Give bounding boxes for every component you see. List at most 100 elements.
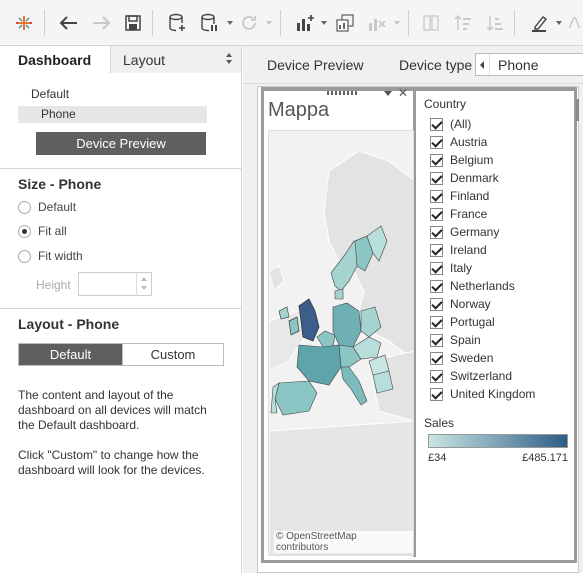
tableau-logo-icon[interactable] <box>10 8 38 38</box>
filter-item[interactable]: Austria <box>424 133 574 151</box>
checkbox-icon[interactable] <box>430 315 443 329</box>
highlight-icon[interactable] <box>526 8 552 38</box>
filter-item[interactable]: Finland <box>424 187 574 205</box>
filter-item-label: Netherlands <box>450 279 515 293</box>
filter-item-label: (All) <box>450 117 472 131</box>
filter-item-label: France <box>450 207 488 221</box>
phone-device-frame: ✕ Mappa © OpenStreetMap contributors Cou… <box>257 86 579 573</box>
checkbox-icon[interactable] <box>430 225 443 239</box>
size-section-title: Size - Phone <box>18 176 102 192</box>
height-input[interactable] <box>78 272 152 296</box>
filter-item[interactable]: United Kingdom <box>424 385 574 403</box>
checkbox-icon[interactable] <box>430 297 443 311</box>
device-item-default[interactable]: Default <box>18 87 207 101</box>
filter-item[interactable]: Belgium <box>424 151 574 169</box>
filter-item[interactable]: France <box>424 205 574 223</box>
checkbox-icon[interactable] <box>430 387 443 401</box>
checkbox-icon[interactable] <box>430 333 443 347</box>
new-worksheet-dropdown-icon[interactable] <box>321 21 327 25</box>
filter-item[interactable]: Italy <box>424 259 574 277</box>
checkbox-icon[interactable] <box>430 369 443 383</box>
clear-sheet-dropdown-icon[interactable] <box>394 21 400 25</box>
checkbox-icon[interactable] <box>430 153 443 167</box>
filter-item[interactable]: Netherlands <box>424 277 574 295</box>
new-data-source-icon[interactable] <box>164 8 190 38</box>
filter-item-label: Denmark <box>450 171 499 185</box>
pause-updates-icon[interactable] <box>196 8 222 38</box>
highlight-dropdown-icon[interactable] <box>556 21 562 25</box>
map-attribution: © OpenStreetMap contributors <box>274 531 413 553</box>
radio-button[interactable] <box>18 200 31 214</box>
sort-ascending-icon[interactable] <box>450 8 476 38</box>
size-option-fit-all[interactable]: Fit all <box>18 224 67 238</box>
device-type-select[interactable]: Phone <box>475 53 583 76</box>
labels-icon[interactable] <box>566 8 583 38</box>
radio-button[interactable] <box>18 249 31 263</box>
tab-dashboard[interactable]: Dashboard <box>0 46 111 73</box>
layout-default-button[interactable]: Default <box>19 344 122 365</box>
duplicate-sheet-icon[interactable] <box>332 8 358 38</box>
swap-rows-columns-icon[interactable] <box>418 8 444 38</box>
legend-min-value: £34 <box>428 452 447 464</box>
size-option-fit-width[interactable]: Fit width <box>18 249 83 263</box>
size-option-label: Fit width <box>38 249 83 263</box>
radio-button-selected[interactable] <box>18 224 31 238</box>
filter-item[interactable]: Norway <box>424 295 574 313</box>
filter-item-label: Germany <box>450 225 500 239</box>
map-zone: Mappa © OpenStreetMap contributors <box>264 91 416 557</box>
device-preview-button[interactable]: Device Preview <box>36 132 206 155</box>
refresh-icon[interactable] <box>236 8 262 38</box>
toolbar-separator <box>152 10 153 36</box>
layout-custom-button[interactable]: Custom <box>122 344 223 365</box>
device-item-phone[interactable]: Phone <box>18 106 207 123</box>
dashboard-canvas: ✕ Mappa © OpenStreetMap contributors Cou… <box>261 86 579 563</box>
filter-item-label: United Kingdom <box>450 387 536 401</box>
checkbox-icon[interactable] <box>430 261 443 275</box>
map-view[interactable]: © OpenStreetMap contributors <box>268 130 414 556</box>
filter-scrollbar[interactable] <box>576 99 579 121</box>
filter-item[interactable]: Sweden <box>424 349 574 367</box>
filter-item[interactable]: Germany <box>424 223 574 241</box>
redo-icon[interactable] <box>88 8 114 38</box>
height-label: Height <box>36 278 71 292</box>
new-worksheet-icon[interactable] <box>292 8 318 38</box>
sort-descending-icon[interactable] <box>482 8 508 38</box>
filter-item[interactable]: Spain <box>424 331 574 349</box>
legend-title: Sales <box>424 416 455 430</box>
filter-item[interactable]: (All) <box>424 115 574 133</box>
filter-item[interactable]: Ireland <box>424 241 574 259</box>
filter-item-label: Finland <box>450 189 490 203</box>
checkbox-icon[interactable] <box>430 135 443 149</box>
checkbox-icon[interactable] <box>430 351 443 365</box>
size-option-label: Fit all <box>38 224 67 238</box>
filter-item[interactable]: Denmark <box>424 169 574 187</box>
filter-list: (All) Austria Belgium Denmark Finland France G… <box>424 115 574 403</box>
refresh-dropdown-icon[interactable] <box>266 21 272 25</box>
filter-item[interactable]: Switzerland <box>424 367 574 385</box>
tab-switch-arrows-icon[interactable] <box>226 53 232 65</box>
select-left-arrow-icon[interactable] <box>476 54 490 75</box>
checkbox-icon[interactable] <box>430 171 443 185</box>
device-preview-tab[interactable]: Device Preview <box>267 57 363 73</box>
pause-updates-dropdown-icon[interactable] <box>227 21 233 25</box>
save-icon[interactable] <box>120 8 146 38</box>
filter-item[interactable]: Portugal <box>424 313 574 331</box>
checkbox-icon[interactable] <box>430 189 443 203</box>
divider <box>0 168 241 169</box>
clear-sheet-icon[interactable] <box>364 8 390 38</box>
device-type-label: Device type <box>399 57 473 73</box>
height-stepper-icon[interactable] <box>136 273 151 295</box>
size-option-default[interactable]: Default <box>18 200 76 214</box>
checkbox-icon[interactable] <box>430 207 443 221</box>
checkbox-icon[interactable] <box>430 117 443 131</box>
filter-item-label: Ireland <box>450 243 487 257</box>
checkbox-icon[interactable] <box>430 243 443 257</box>
tab-layout[interactable]: Layout <box>111 46 241 73</box>
undo-icon[interactable] <box>56 8 82 38</box>
toolbar-separator <box>44 10 45 36</box>
checkbox-icon[interactable] <box>430 279 443 293</box>
toolbar <box>0 0 583 46</box>
device-preview-area: Device Preview Device type Phone ✕ Mappa <box>243 46 583 573</box>
filter-item-label: Sweden <box>450 351 494 365</box>
layout-description: The content and layout of the dashboard … <box>18 388 207 432</box>
